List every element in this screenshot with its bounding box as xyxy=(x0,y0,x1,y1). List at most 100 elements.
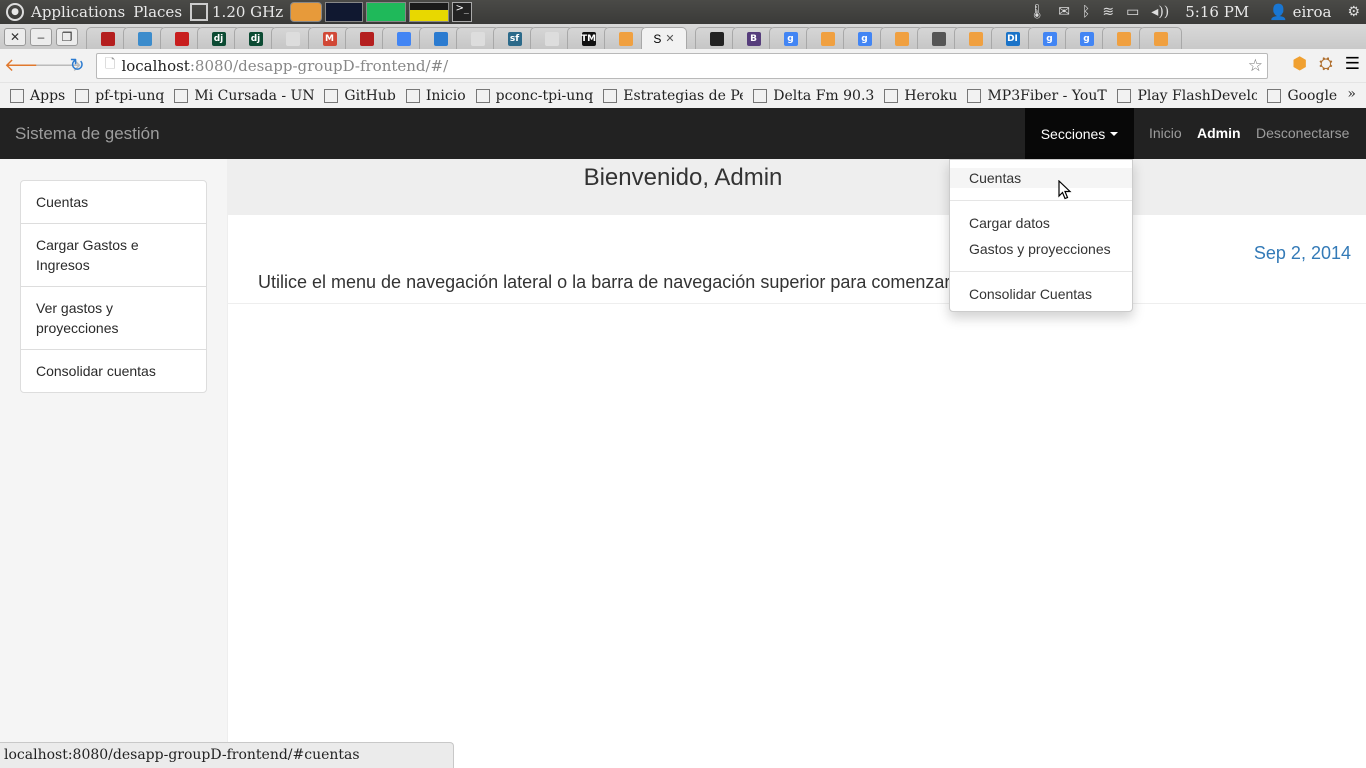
bookmark-label: Heroku xyxy=(904,87,958,104)
page-icon xyxy=(470,31,485,46)
bookmarks-overflow-button[interactable]: » xyxy=(1347,86,1356,102)
bookmark-item[interactable]: Google xyxy=(1267,88,1337,104)
mouse-cursor-icon xyxy=(1058,180,1072,200)
firefox-launcher-icon[interactable] xyxy=(290,2,323,22)
status-url: localhost:8080/desapp-groupD-frontend/#c… xyxy=(4,747,360,763)
dropdown-divider xyxy=(950,271,1132,272)
memory-monitor-graph xyxy=(366,2,407,22)
bookmark-item[interactable]: Play FlashDevelop xyxy=(1117,88,1257,104)
status-bar: localhost:8080/desapp-groupD-frontend/#c… xyxy=(0,742,454,768)
dj-icon: dj xyxy=(211,31,226,46)
google-icon: g xyxy=(1079,31,1094,46)
mail-icon[interactable]: ✉ xyxy=(1058,4,1070,20)
window-minimize-button[interactable]: – xyxy=(30,28,52,46)
applications-menu[interactable]: Applications xyxy=(27,3,129,21)
gear-icon[interactable]: ⚙ xyxy=(1347,4,1360,20)
cpu-frequency: 1.20 GHz xyxy=(212,3,284,21)
bookmark-item[interactable]: MP3Fiber - YouTube xyxy=(967,88,1107,104)
page-icon xyxy=(544,31,559,46)
dropdown-item-gastos-proyecciones[interactable]: Gastos y proyecciones xyxy=(950,239,1132,259)
bookmark-label: MP3Fiber - YouTube xyxy=(987,87,1107,104)
browser-tab[interactable] xyxy=(1139,27,1182,49)
nav-admin-link[interactable]: Admin xyxy=(1197,125,1241,141)
clock[interactable]: 5:16 PM xyxy=(1181,3,1253,21)
github-icon xyxy=(709,31,724,46)
bookmarks-bar: Apps pf-tpi-unq Mi Cursada - UNQ GitHub Inic… xyxy=(0,83,1366,108)
bookmark-item[interactable]: pf-tpi-unq xyxy=(75,88,164,104)
address-bar[interactable]: 🗋 localhost:8080/desapp-groupD-frontend/… xyxy=(96,53,1268,79)
caret-down-icon xyxy=(1110,131,1119,136)
menu-icon[interactable]: ☰ xyxy=(1345,54,1360,74)
user-menu[interactable]: 👤 eiroa xyxy=(1265,3,1335,21)
sidebar-item-consolidar[interactable]: Consolidar cuentas xyxy=(21,350,206,392)
battery-icon[interactable]: ▭ xyxy=(1126,4,1139,20)
page-icon xyxy=(285,31,300,46)
extension-icon[interactable]: ⬢ xyxy=(1292,54,1307,74)
close-tab-icon[interactable]: ✕ xyxy=(665,32,674,45)
sidebar-item-cuentas[interactable]: Cuentas xyxy=(21,181,206,224)
bookmark-item[interactable]: Apps xyxy=(10,88,65,104)
back-arrow-icon[interactable]: 🡐 xyxy=(4,55,52,76)
red-dot-icon xyxy=(174,31,189,46)
bookmark-item[interactable]: Heroku xyxy=(884,88,957,104)
secciones-dropdown-toggle[interactable]: Secciones xyxy=(1025,108,1134,159)
dropdown-item-consolidar-cuentas[interactable]: Consolidar Cuentas xyxy=(950,284,1132,304)
bookmark-label: pconc-tpi-unq xyxy=(495,87,594,104)
window-close-button[interactable]: ✕ xyxy=(4,28,26,46)
dropdown-item-cargar-datos[interactable]: Cargar datos xyxy=(950,213,1132,233)
sidebar-item-cargar-gastos[interactable]: Cargar Gastos e Ingresos xyxy=(21,224,206,287)
orange-icon xyxy=(618,31,633,46)
bookmark-label: Google xyxy=(1287,87,1338,104)
bookmark-item[interactable]: GitHub xyxy=(324,87,396,104)
dropdown-divider xyxy=(950,200,1132,201)
dropdown-item-cuentas[interactable]: Cuentas xyxy=(950,168,1132,188)
google-plus-icon xyxy=(1267,88,1282,103)
tm-icon: TM xyxy=(580,31,597,46)
active-tab[interactable]: S ✕ xyxy=(641,27,687,49)
bookmark-label: Play FlashDevelop xyxy=(1137,87,1258,104)
user-name: eiroa xyxy=(1292,3,1332,21)
bookmark-item[interactable]: Mi Cursada - UNQ xyxy=(174,88,314,104)
navbar-brand[interactable]: Sistema de gestión xyxy=(15,124,160,144)
wifi-icon[interactable]: ≋ xyxy=(1102,4,1114,20)
browser-toolbar: 🡐 🡒 ↻ 🗋 localhost:8080/desapp-groupD-fro… xyxy=(0,49,1366,83)
bookmark-item[interactable]: Estrategias de Persistencia xyxy=(603,88,743,104)
window-restore-button[interactable]: ❐ xyxy=(56,28,78,46)
bookmark-item[interactable]: Delta Fm 90.3 xyxy=(753,88,874,104)
browser-tab-strip: ✕ – ❐ dj dj Msf TM S ✕ Bg g DI g g xyxy=(0,24,1366,49)
bookmark-star-icon[interactable]: ☆ xyxy=(1248,56,1263,76)
places-menu[interactable]: Places xyxy=(129,3,186,21)
extension-puzzle-icon[interactable]: ⛭ xyxy=(1319,54,1333,74)
sidebar-item-ver-gastos[interactable]: Ver gastos y proyecciones xyxy=(21,287,206,350)
bookmark-item[interactable]: Inicio xyxy=(405,88,466,104)
url-host: localhost xyxy=(121,57,190,75)
trello-icon xyxy=(433,31,448,46)
orange-icon xyxy=(1116,31,1131,46)
volume-icon[interactable]: ◂)) xyxy=(1151,4,1169,20)
image-icon xyxy=(174,88,189,103)
reload-icon[interactable]: ↻ xyxy=(64,55,90,76)
network-monitor-graph xyxy=(325,2,364,22)
nav-logout-link[interactable]: Desconectarse xyxy=(1256,125,1349,141)
docs-icon xyxy=(396,31,411,46)
bookmark-label: GitHub xyxy=(344,87,396,104)
cpu-monitor-graph xyxy=(409,2,450,22)
ubuntu-logo-icon[interactable]: ● xyxy=(6,3,24,21)
thermometer-icon[interactable]: 🌡 xyxy=(1028,4,1046,20)
nav-inicio-link[interactable]: Inicio xyxy=(1149,125,1182,141)
trello-icon xyxy=(603,88,618,103)
terminal-icon[interactable]: >_ xyxy=(452,2,473,22)
dj-icon: dj xyxy=(248,31,263,46)
gmail-icon: M xyxy=(322,31,337,46)
bluetooth-icon[interactable]: ᛒ xyxy=(1082,4,1090,20)
apps-grid-icon xyxy=(10,88,24,103)
bookmark-item[interactable]: pconc-tpi-unq xyxy=(475,87,594,104)
page-icon xyxy=(967,88,982,103)
page-icon: 🗋 xyxy=(105,57,116,72)
welcome-header: Bienvenido, Admin xyxy=(228,159,1366,215)
forward-arrow-icon[interactable]: 🡒 xyxy=(34,55,82,76)
bookmark-label: Estrategias de Persistencia xyxy=(623,87,743,104)
red-circle-icon xyxy=(359,31,374,46)
red-circle-icon xyxy=(100,31,115,46)
orange-icon xyxy=(1153,31,1168,46)
